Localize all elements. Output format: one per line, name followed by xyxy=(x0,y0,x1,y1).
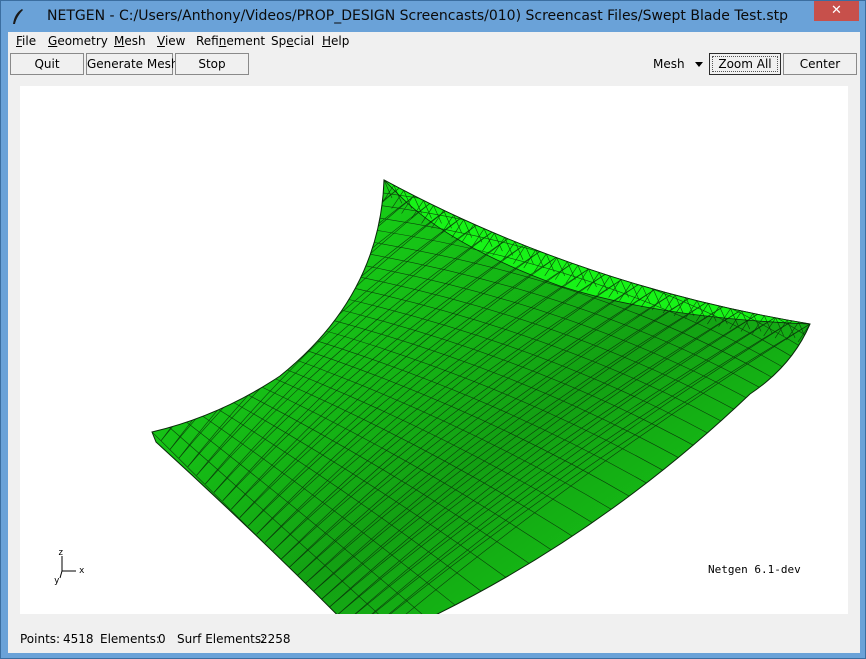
points-label: Points: xyxy=(20,632,61,646)
surf-elements-value: 2258 xyxy=(260,632,291,646)
stop-button[interactable]: Stop xyxy=(175,53,249,75)
menu-bar: File Geometry Mesh View Refinement Speci… xyxy=(8,32,860,52)
close-icon: ✕ xyxy=(831,3,842,18)
menu-view[interactable]: View xyxy=(157,34,185,48)
menu-label: iew xyxy=(164,34,186,48)
3d-viewport[interactable]: Netgen 6.1-dev z x y xyxy=(20,86,848,614)
quit-button[interactable]: Quit xyxy=(10,53,84,75)
menu-label: Refi xyxy=(196,34,219,48)
menu-accel: G xyxy=(48,34,58,48)
axis-x-label: x xyxy=(79,566,85,576)
menu-label: eometry xyxy=(57,34,108,48)
menu-help[interactable]: Help xyxy=(322,34,349,48)
app-window: NETGEN - C:/Users/Anthony/Videos/PROP_DE… xyxy=(0,0,866,659)
menu-label: cial xyxy=(293,34,315,48)
menu-accel: V xyxy=(157,34,165,48)
menu-refinement[interactable]: Refinement xyxy=(196,34,265,48)
menu-file[interactable]: File xyxy=(16,34,36,48)
blade-mesh xyxy=(151,179,811,614)
status-bar: Points: 4518 Elements: 0 Surf Elements: … xyxy=(20,630,848,648)
menu-accel: M xyxy=(114,34,125,48)
elements-value: 0 xyxy=(158,632,166,646)
window-title: NETGEN - C:/Users/Anthony/Videos/PROP_DE… xyxy=(47,8,789,24)
chevron-down-icon[interactable] xyxy=(695,62,703,67)
menu-accel: e xyxy=(286,34,294,48)
menu-label: elp xyxy=(331,34,350,48)
zoom-all-button[interactable]: Zoom All xyxy=(709,53,781,75)
menu-special[interactable]: Special xyxy=(271,34,314,48)
title-bar[interactable]: NETGEN - C:/Users/Anthony/Videos/PROP_DE… xyxy=(1,1,866,33)
menu-label: Sp xyxy=(271,34,287,48)
surf-elements-label: Surf Elements: xyxy=(177,632,266,646)
points-value: 4518 xyxy=(63,632,94,646)
menu-label: ement xyxy=(226,34,266,48)
version-label: Netgen 6.1-dev xyxy=(708,563,801,576)
menu-label: esh xyxy=(124,34,146,48)
axis-z-label: z xyxy=(58,548,64,558)
elements-label: Elements: xyxy=(100,632,160,646)
mesh-render[interactable] xyxy=(20,86,848,614)
axis-y-label: y xyxy=(54,576,60,586)
close-button[interactable]: ✕ xyxy=(814,1,859,21)
center-button[interactable]: Center xyxy=(783,53,857,75)
menu-accel: H xyxy=(322,34,332,48)
visualization-mode-select[interactable]: Mesh xyxy=(653,57,685,71)
generate-mesh-button[interactable]: Generate Mesh xyxy=(86,53,178,75)
menu-geometry[interactable]: Geometry xyxy=(48,34,108,48)
client-area: File Geometry Mesh View Refinement Speci… xyxy=(8,32,860,653)
menu-mesh[interactable]: Mesh xyxy=(114,34,146,48)
toolbar: Quit Generate Mesh Stop Mesh Zoom All Ce… xyxy=(8,52,860,78)
menu-label: ile xyxy=(22,34,37,48)
feather-icon xyxy=(13,9,23,24)
